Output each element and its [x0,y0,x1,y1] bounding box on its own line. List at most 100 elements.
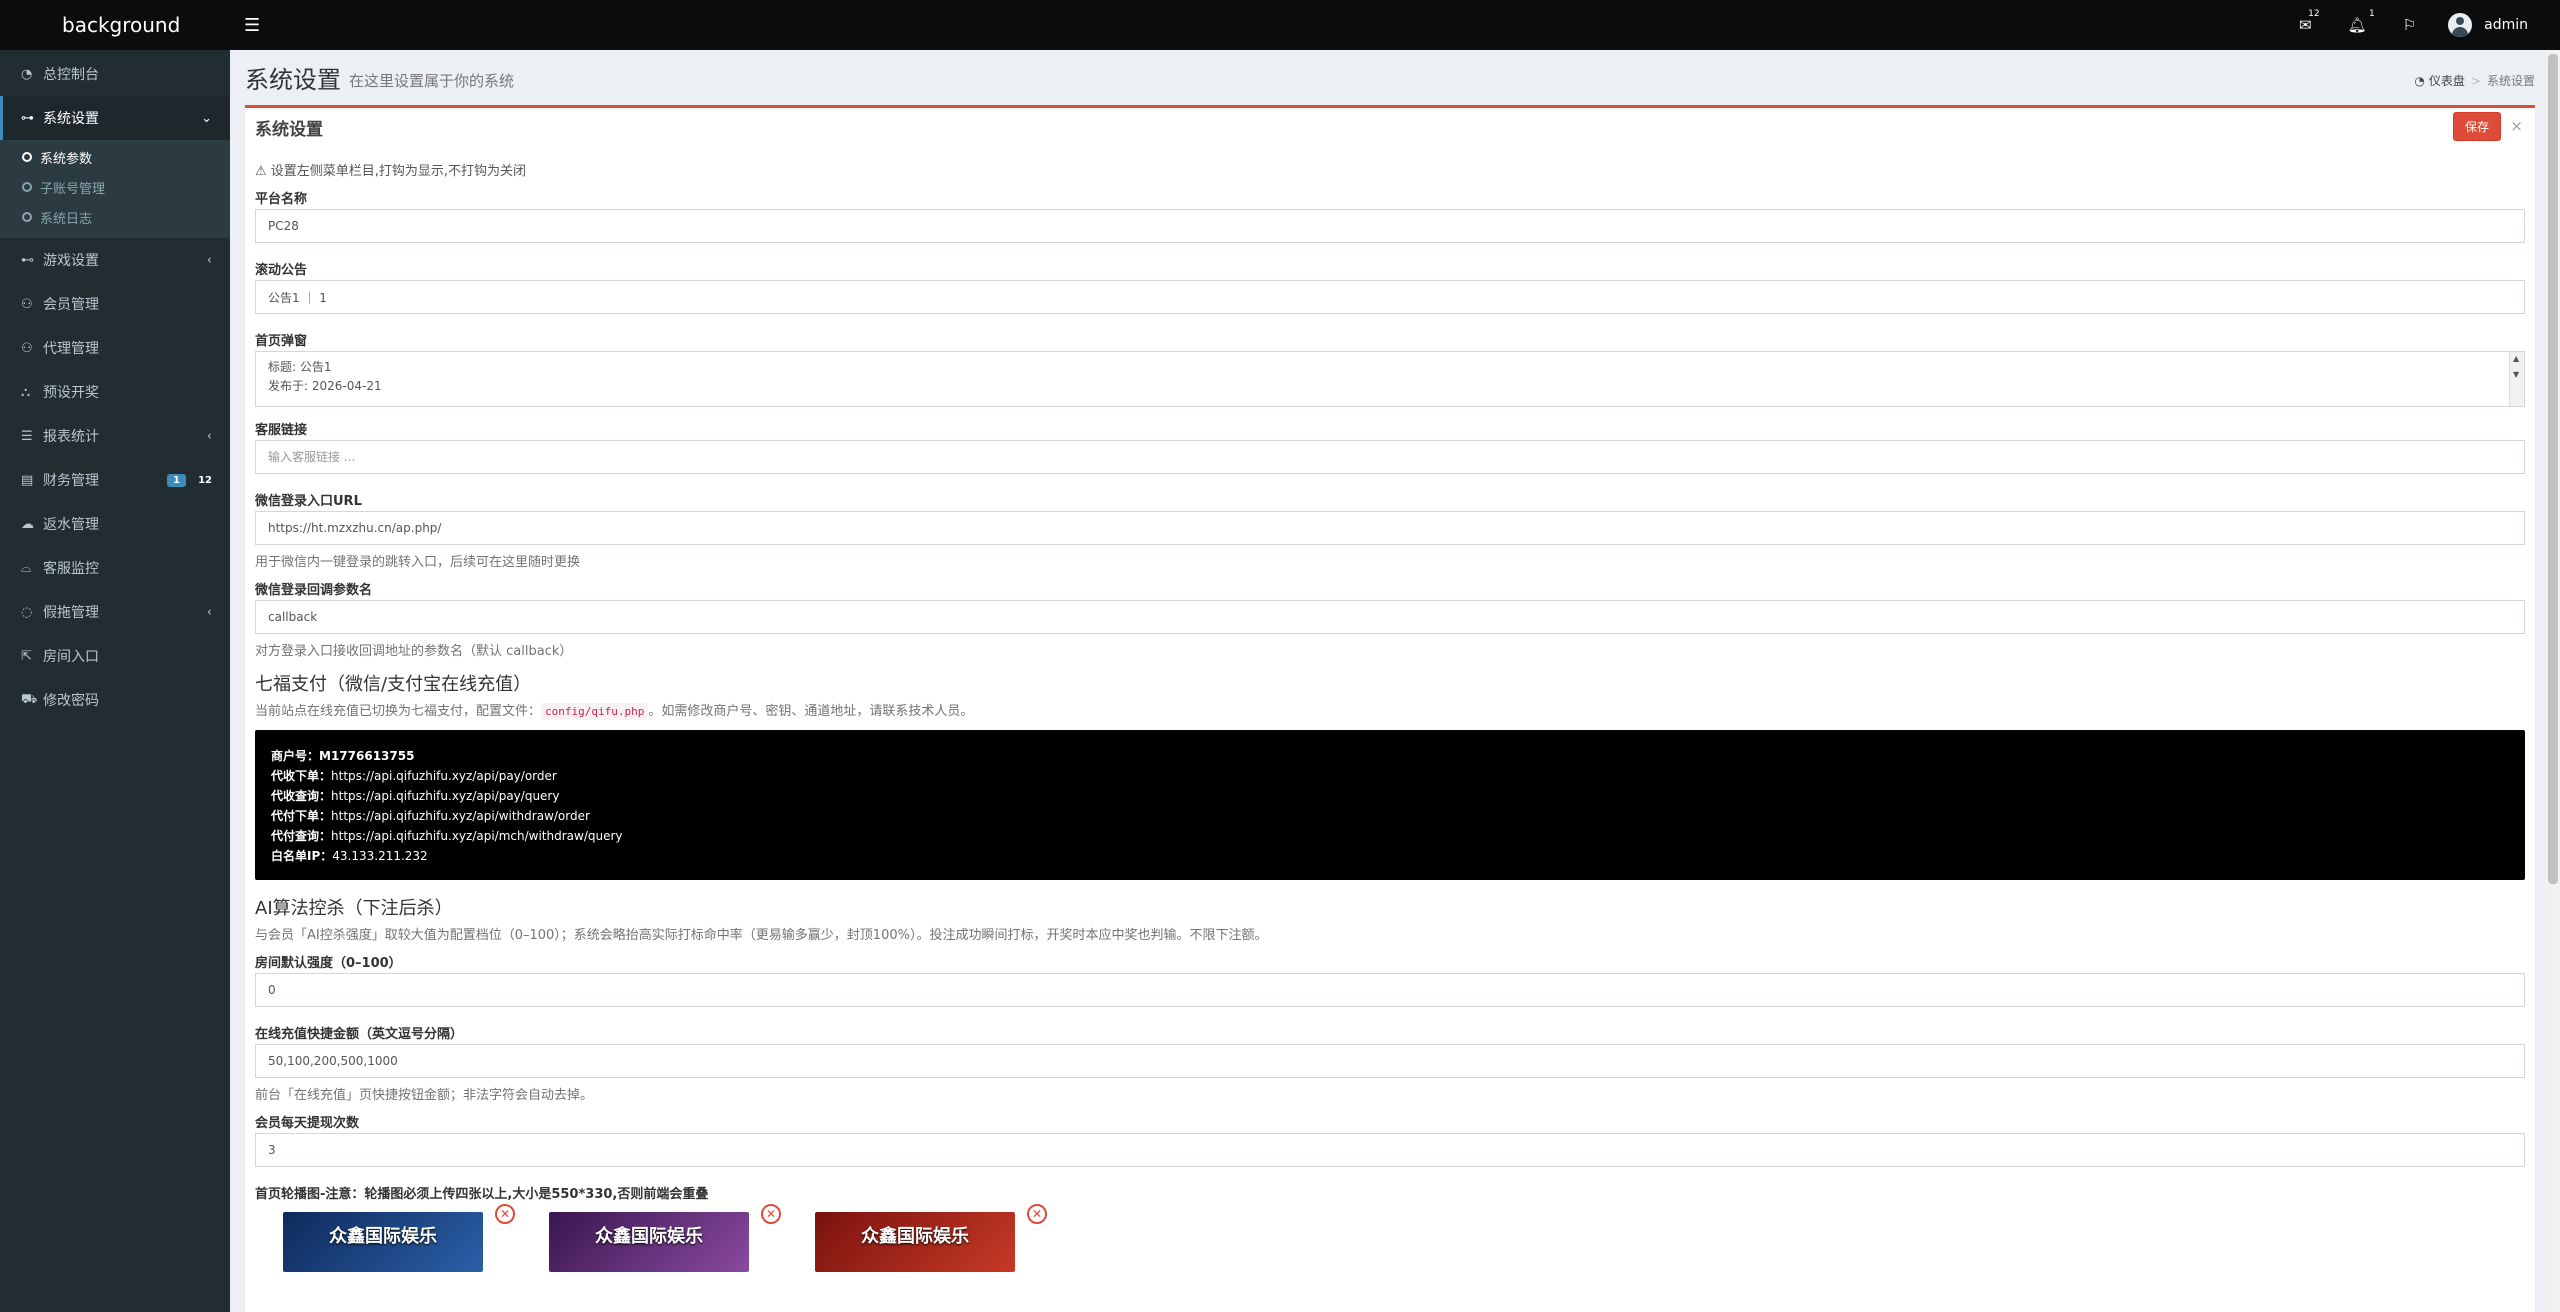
chevron-left-icon: ‹ [206,428,212,444]
sidebar-item-rebate[interactable]: ☁ 返水管理 [0,502,230,546]
sidebar-menu: ◔ 总控制台 ⊶ 系统设置 ⌄ 系统参数 子账号管理 系统日志 ⊷ 游戏设置 ‹… [0,52,230,722]
service-link-input[interactable] [255,440,2525,474]
chevron-left-icon: ‹ [206,604,212,620]
main-content: 系统设置 在这里设置属于你的系统 ◔ 仪表盘 > 系统设置 系统设置 保存 × … [230,50,2560,1312]
pay-config-key: 商户号： [271,749,320,763]
page-subtitle: 在这里设置属于你的系统 [349,72,515,90]
textarea-scrollbar[interactable]: ▲ ▼ [2509,352,2524,406]
carousel-image[interactable]: 众鑫国际娱乐 [815,1212,1015,1272]
wx-login-url-input[interactable] [255,511,2525,545]
scroll-down-icon[interactable]: ▼ [2513,370,2519,379]
breadcrumb-home-link[interactable]: 仪表盘 [2429,72,2465,89]
app-logo[interactable]: background [0,0,230,50]
carousel-item: 众鑫国际娱乐 ✕ [521,1204,787,1272]
pay-config-key: 代付查询： [271,829,332,843]
remove-image-icon[interactable]: ✕ [1027,1204,1047,1224]
chevron-down-icon: ⌄ [201,110,212,126]
platform-name-input[interactable] [255,209,2525,243]
cloud-icon: ☁ [21,516,34,532]
page-scrollbar[interactable] [2546,50,2560,1312]
carousel-item: 众鑫国际娱乐 ✕ [255,1204,521,1272]
sidebar-item-members[interactable]: ⚇ 会员管理 [0,282,230,326]
wx-login-url-label: 微信登录入口URL [255,494,362,509]
agents-icon: ⚇ [21,340,33,356]
withdraw-count-input[interactable] [255,1133,2525,1167]
close-icon[interactable]: × [2510,117,2523,135]
room-strength-input[interactable] [255,973,2525,1007]
pay-section-desc: 当前站点在线充值已切换为七福支付，配置文件： config/qifu.php 。如需… [255,700,2525,720]
gamepad-icon: ⊷ [21,252,34,268]
notifications-button[interactable]: 🔔︎ 1 [2330,0,2385,50]
sidebar-item-label: 报表统计 [43,429,99,445]
avatar [2448,13,2473,37]
remove-image-icon[interactable]: ✕ [761,1204,781,1224]
sidebar-item-finance[interactable]: ▤ 财务管理 1 12 [0,458,230,502]
submenu-item-subaccounts[interactable]: 子账号管理 [0,172,230,202]
ai-section-title: AI算法控杀（下注后杀） [255,898,453,919]
page-scrollbar-thumb[interactable] [2548,54,2558,884]
submenu-item-label: 系统参数 [40,151,93,167]
hamburger-menu-icon[interactable]: ☰ [244,15,260,36]
pay-config-value: https://api.qifuzhifu.xyz/api/withdraw/o… [331,809,590,823]
dashboard-icon: ◔ [21,66,33,82]
scroll-notice-label: 滚动公告 [255,263,308,278]
pay-config-key: 白名单IP： [271,849,333,863]
sidebar-item-label: 假拖管理 [43,605,99,621]
circle-icon [22,152,32,162]
pay-config-row: 代收查询：https://api.qifuzhifu.xyz/api/pay/q… [271,786,2509,806]
wx-callback-input[interactable] [255,600,2525,634]
external-link-icon: ⇱ [21,648,32,664]
popup-line-title: 标题: 公告1 [268,360,332,374]
submenu-item-system-params[interactable]: 系统参数 [0,142,230,172]
pay-config-key: 代收查询： [271,789,332,803]
ai-section-desc: 与会员「AI控杀强度」取较大值为配置档位（0–100）；系统会略抬高实际打标命中… [255,928,1268,943]
pay-config-value: 43.133.211.232 [332,849,428,863]
sidebar-item-system-settings[interactable]: ⊶ 系统设置 ⌄ [0,96,230,140]
tasks-button[interactable]: ⚐ [2385,0,2434,50]
pay-config-block: 商户号：M1776613755 代收下单：https://api.qifuzhi… [255,730,2525,880]
sidebar-item-agents[interactable]: ⚇ 代理管理 [0,326,230,370]
pay-config-value: https://api.qifuzhifu.xyz/api/pay/query [331,789,560,803]
sidebar-item-label: 总控制台 [43,67,99,83]
carousel-caption: 众鑫国际娱乐 [861,1226,969,1247]
scroll-up-icon[interactable]: ▲ [2513,354,2519,363]
home-popup-textarea[interactable]: 标题: 公告1 发布于: 2026-04-21 ▲ ▼ [255,351,2525,407]
sidebar: background ◔ 总控制台 ⊶ 系统设置 ⌄ 系统参数 子账号管理 系统… [0,0,230,1312]
notifications-badge: 1 [2368,9,2375,19]
sidebar-item-service-monitor[interactable]: ⌓ 客服监控 [0,546,230,590]
database-icon: ▤ [21,472,34,488]
messages-button[interactable]: ✉ 12 [2281,0,2330,50]
sidebar-item-dashboard[interactable]: ◔ 总控制台 [0,52,230,96]
user-menu[interactable]: admin [2434,13,2560,37]
carousel-image[interactable]: 众鑫国际娱乐 [549,1212,749,1272]
remove-image-icon[interactable]: ✕ [495,1204,515,1224]
page-title: 系统设置 [245,66,341,94]
scroll-notice-input[interactable] [255,280,2525,314]
carousel-image[interactable]: 众鑫国际娱乐 [283,1212,483,1272]
sidebar-item-game-settings[interactable]: ⊷ 游戏设置 ‹ [0,238,230,282]
sidebar-item-reports[interactable]: ☰ 报表统计 ‹ [0,414,230,458]
carousel-images: 众鑫国际娱乐 ✕ 众鑫国际娱乐 ✕ 众鑫国际娱乐 ✕ [255,1204,2525,1284]
quick-amount-input[interactable] [255,1044,2525,1078]
wx-callback-label: 微信登录回调参数名 [255,583,373,598]
sidebar-item-label: 财务管理 [43,473,99,489]
withdraw-count-label: 会员每天提现次数 [255,1116,360,1131]
menu-hint-text: 设置左侧菜单栏目,打钩为显示,不打钩为关闭 [270,164,527,179]
pay-config-row: 商户号：M1776613755 [271,746,2509,766]
pay-config-value: https://api.qifuzhifu.xyz/api/pay/order [331,769,557,783]
sidebar-item-fake-users[interactable]: ◌ 假拖管理 ‹ [0,590,230,634]
share-icon: ⛬ [21,384,31,400]
sidebar-item-change-password[interactable]: ⛟ 修改密码 [0,678,230,722]
settings-box: 系统设置 保存 × ⚠ 设置左侧菜单栏目,打钩为显示,不打钩为关闭 平台名称 滚… [245,105,2535,1312]
top-navbar: ☰ ✉ 12 🔔︎ 1 ⚐ admin [230,0,2560,50]
pay-config-row: 代付下单：https://api.qifuzhifu.xyz/api/withd… [271,806,2509,826]
submenu-item-system-log[interactable]: 系统日志 [0,202,230,232]
submenu-item-label: 子账号管理 [40,181,106,197]
users-icon: ⚇ [21,296,33,312]
bell-icon: 🔔︎ [2347,16,2367,34]
sidebar-item-preset-draw[interactable]: ⛬ 预设开奖 [0,370,230,414]
wx-callback-help: 对方登录入口接收回调地址的参数名（默认 callback） [255,644,573,659]
sidebar-item-room-entry[interactable]: ⇱ 房间入口 [0,634,230,678]
messages-badge: 12 [2308,9,2320,19]
save-button[interactable]: 保存 [2452,112,2501,141]
